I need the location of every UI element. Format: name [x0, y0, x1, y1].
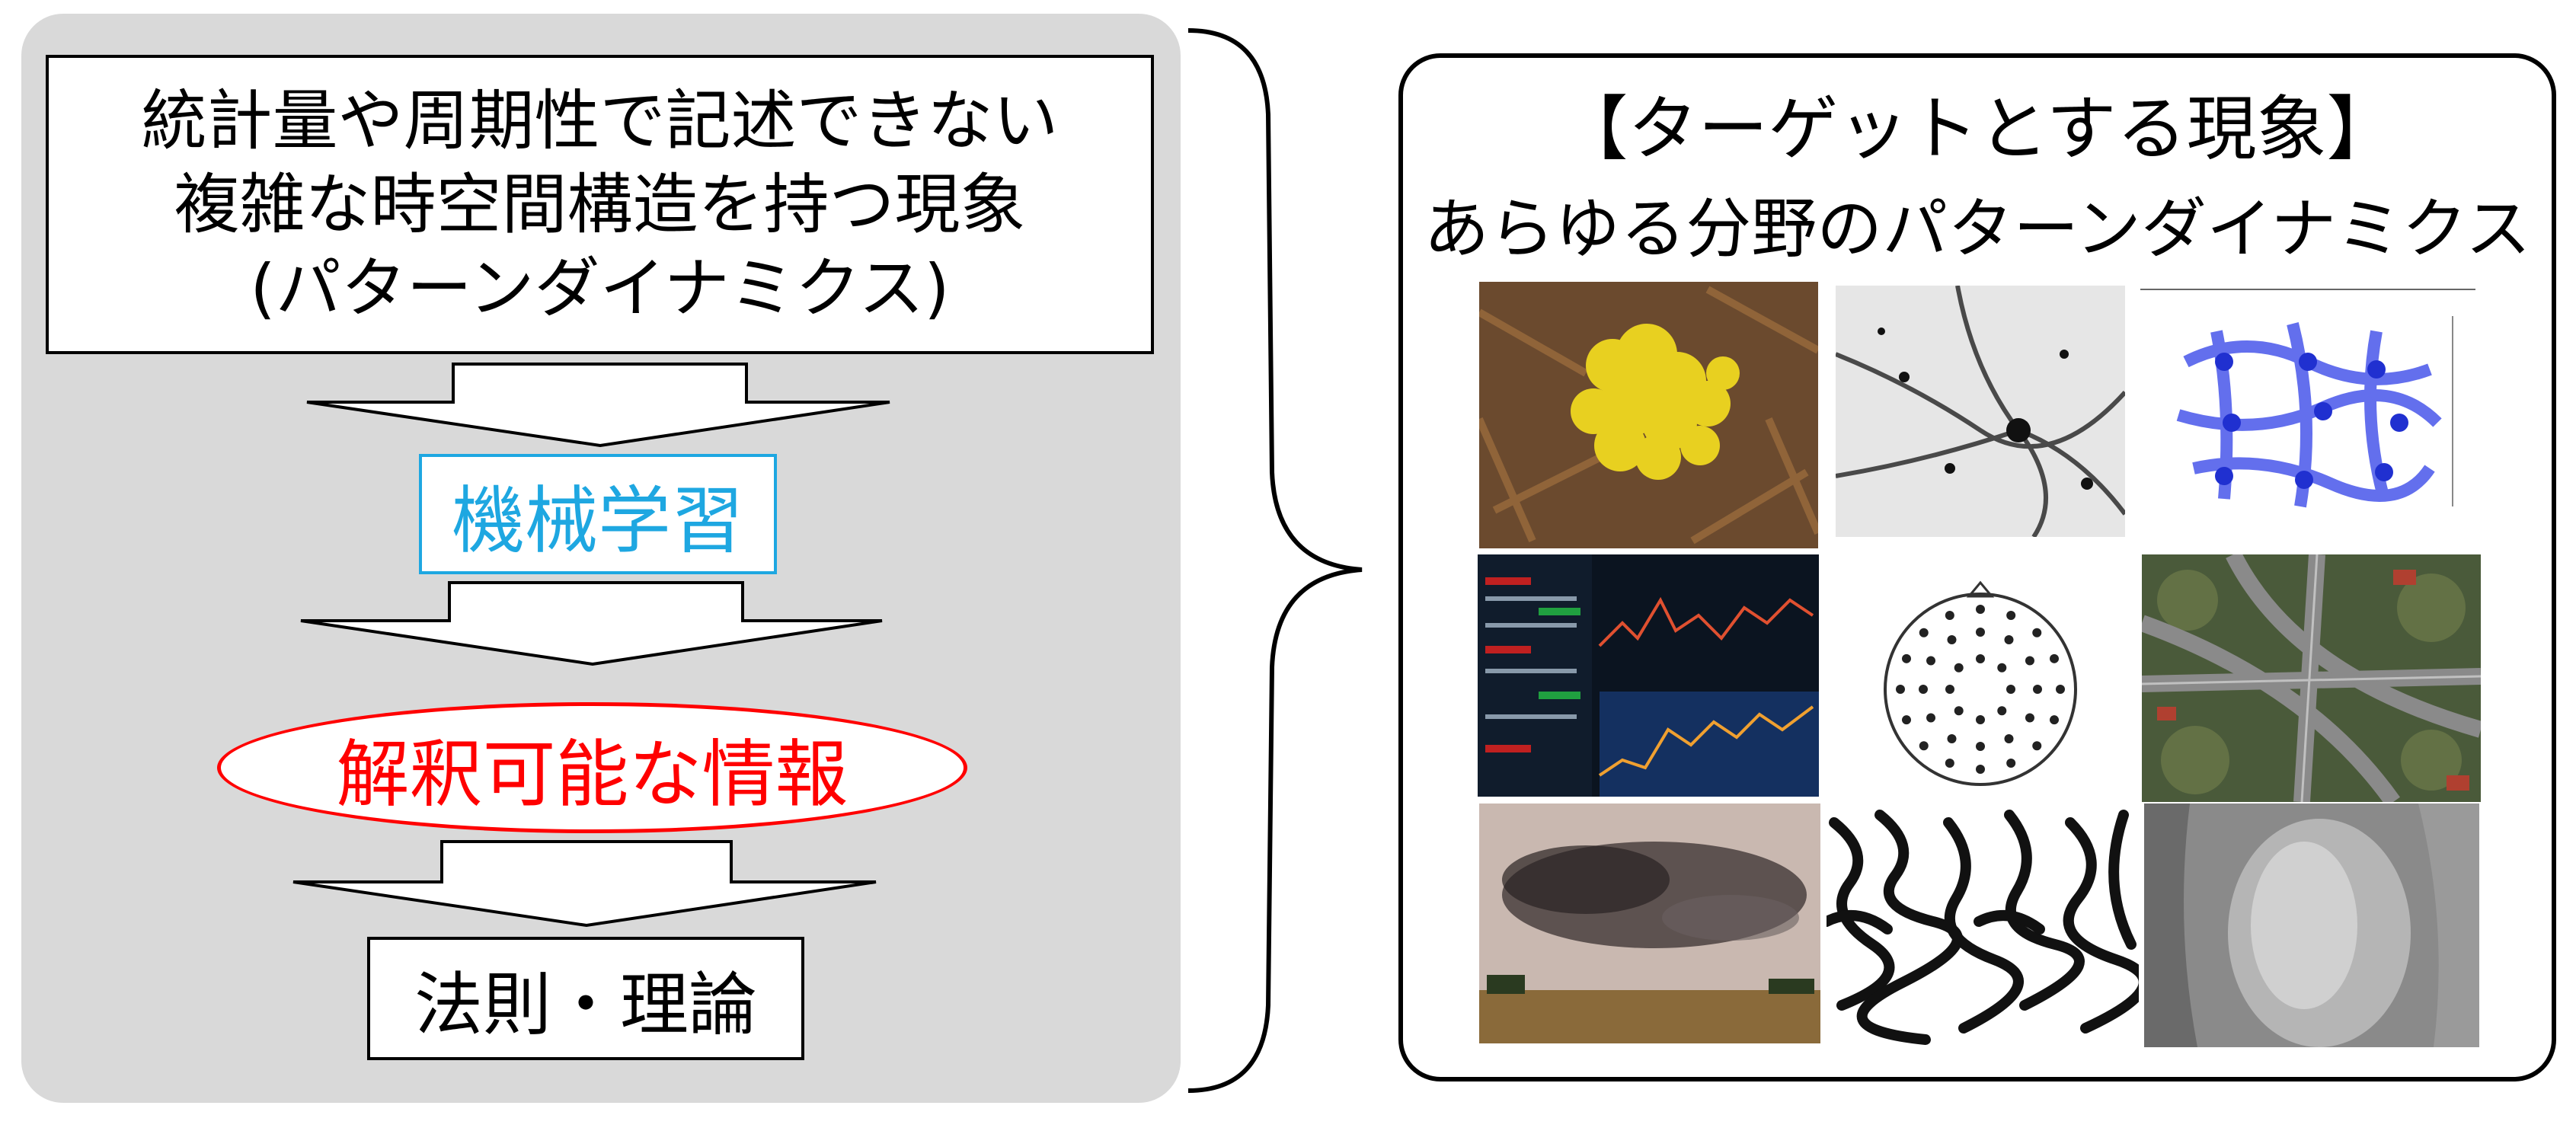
eeg-electrode-dot	[1896, 685, 1905, 694]
ml-box: 機械学習	[419, 454, 777, 574]
eeg-electrode-dot	[2032, 741, 2042, 751]
right-subtitle: あらゆる分野のパターンダイナミクス	[1424, 191, 2531, 267]
eeg-electrode-dot	[1976, 628, 1985, 637]
eeg-electrode-dot	[2025, 656, 2034, 666]
eeg-electrode-dot	[1976, 654, 1985, 663]
eeg-electrode-dot	[2056, 685, 2065, 694]
eeg-electrode-dot	[2006, 685, 2015, 694]
eeg-electrode-dot	[1997, 706, 2007, 716]
3d-network-plot-image	[2140, 286, 2475, 537]
eeg-electrode-dot	[1976, 715, 1985, 724]
eeg-electrode-dot	[1976, 605, 1985, 614]
cosmic-web-image	[1836, 286, 2125, 537]
turing-pattern-image	[1827, 807, 2139, 1047]
arrow-3	[292, 840, 877, 928]
eeg-electrode-dot	[1919, 628, 1929, 637]
eeg-electrode-dot	[2033, 685, 2042, 694]
law-label: 法則・理論	[414, 965, 757, 1045]
interpretable-label: 解釈可能な情報	[336, 731, 849, 817]
curly-brace	[1187, 28, 1363, 1093]
eeg-electrode-dot	[1976, 765, 1985, 774]
law-box: 法則・理論	[367, 937, 804, 1060]
eeg-electrode-dot	[1997, 663, 2007, 673]
eeg-electrode-dot	[2004, 635, 2014, 645]
eeg-electrode-dot	[1947, 733, 1957, 743]
interpretable-info-ellipse: 解釈可能な情報	[217, 702, 967, 833]
stock-trading-screen-image	[1478, 554, 1819, 797]
slime-mold-image	[1479, 282, 1818, 548]
eeg-electrode-dot	[1901, 715, 1911, 725]
eeg-electrode-dot	[2050, 653, 2060, 663]
highway-interchange-image	[2142, 554, 2481, 802]
eeg-electrode-dot	[2006, 610, 2016, 620]
eeg-electrode-dot	[1947, 635, 1957, 645]
eeg-electrode-dot	[1919, 741, 1929, 751]
eeg-electrode-dot	[2050, 715, 2060, 725]
eeg-electrode-dot	[1976, 742, 1985, 751]
arrow-1	[306, 363, 890, 448]
eeg-electrode-dot	[1945, 759, 1954, 768]
eeg-electrode-dot	[1954, 706, 1964, 716]
eeg-electrode-dot	[1901, 653, 1911, 663]
eeg-electrode-dot	[2004, 733, 2014, 743]
eeg-electrode-dot	[1926, 713, 1936, 723]
arrow-2	[300, 581, 883, 666]
eeg-electrode-dot	[2006, 759, 2016, 768]
eeg-electrode-dot	[2025, 713, 2034, 723]
eeg-electrode-dot	[1926, 656, 1936, 666]
eeg-electrode-map-image	[1836, 567, 2125, 800]
right-title: 【ターゲットとする現象】	[1558, 88, 2397, 170]
eeg-electrode-dot	[1954, 663, 1964, 673]
eeg-electrode-dot	[1919, 685, 1928, 694]
eeg-electrode-dot	[1945, 685, 1954, 694]
eeg-electrode-dot	[2032, 628, 2042, 637]
bird-murmuration-image	[1479, 804, 1820, 1043]
eeg-electrode-dot	[1945, 610, 1954, 620]
ml-label: 機械学習	[452, 478, 744, 564]
fluid-flow-image	[2144, 804, 2479, 1047]
